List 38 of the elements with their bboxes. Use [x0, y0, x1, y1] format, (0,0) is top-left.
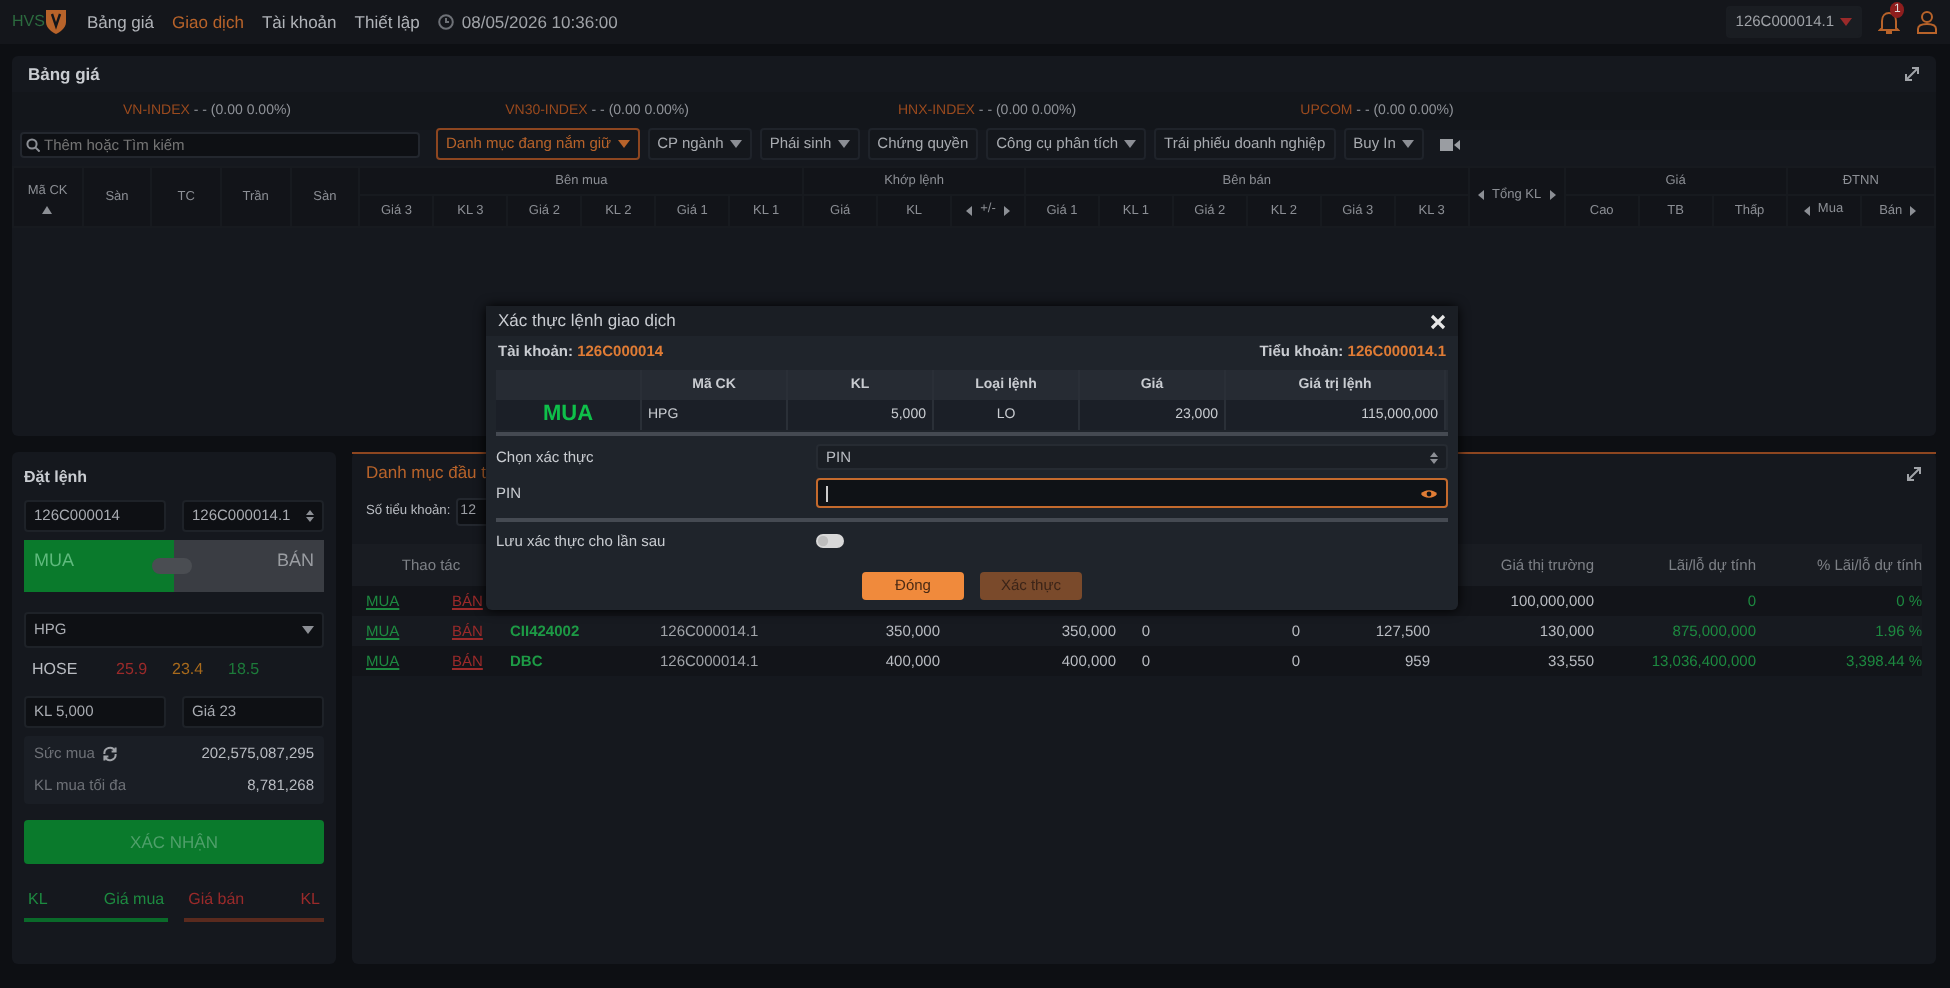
video-camera-icon[interactable]	[1439, 137, 1460, 151]
toggle-switch[interactable]	[816, 534, 844, 549]
expand-icon[interactable]	[1904, 66, 1920, 82]
panel-title: Bảng giá	[28, 61, 100, 87]
panel-title: Đặt lệnh	[24, 466, 90, 490]
nav-tab[interactable]: Bảng giá	[86, 9, 155, 35]
nav-tab[interactable]: Giao dịch	[172, 9, 244, 35]
close-icon[interactable]	[1430, 313, 1446, 329]
side-toggle[interactable]: BÁN	[174, 540, 324, 592]
updown-icon	[1430, 451, 1438, 464]
price-value: 18.5	[228, 660, 262, 680]
order-book-header: Giá mua	[103, 888, 165, 912]
order-book-header: Giá bán	[188, 888, 245, 912]
dialog-title: Xác thực lệnh giao dịch	[498, 308, 676, 334]
search-icon	[26, 137, 40, 151]
nav-tab[interactable]: Tài khoản	[261, 9, 337, 35]
order-book-header: KL	[300, 888, 321, 912]
order-side: MUA	[496, 400, 642, 431]
clock-icon	[437, 14, 454, 30]
price-value: 25.9	[116, 660, 150, 680]
eye-icon[interactable]	[1420, 487, 1438, 500]
order-book-header: KL	[28, 888, 48, 912]
refresh-icon[interactable]	[102, 746, 119, 762]
updown-icon	[306, 510, 314, 522]
caret-icon	[302, 626, 314, 634]
bell-icon[interactable]	[1878, 10, 1900, 35]
user-icon[interactable]	[1916, 10, 1938, 34]
caret-icon	[1840, 18, 1852, 26]
date-time: 08/05/2026 10:36:00	[461, 9, 618, 35]
expand-icon[interactable]	[1906, 465, 1922, 481]
nav-tab[interactable]: Thiết lập	[354, 9, 420, 35]
shield-logo-icon	[44, 8, 69, 36]
portfolio-tab[interactable]: Danh mục đầu t	[366, 460, 487, 486]
logo-text: HVS	[12, 10, 45, 34]
pin-field[interactable]	[816, 478, 1448, 509]
exchange-label: HOSE	[32, 660, 80, 680]
toggle-knob-icon	[152, 558, 192, 574]
price-value: 23.4	[172, 660, 206, 680]
